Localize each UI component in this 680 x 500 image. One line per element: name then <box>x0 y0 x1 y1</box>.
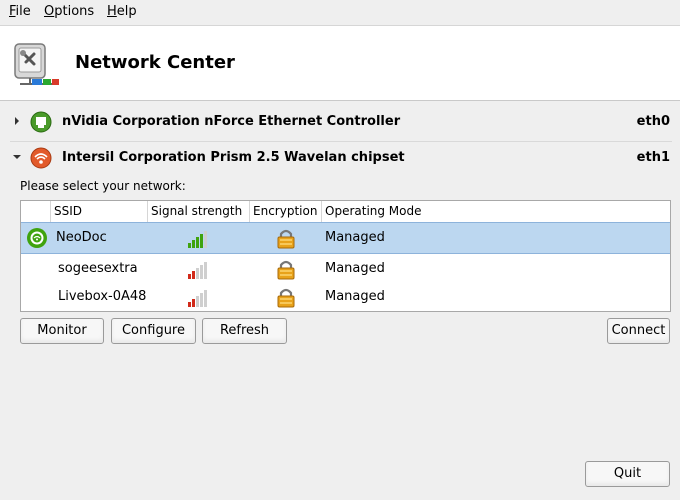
lock-icon <box>277 260 295 280</box>
column-header-mode[interactable]: Operating Mode <box>321 201 665 222</box>
device-row-eth0[interactable]: nVidia Corporation nForce Ethernet Contr… <box>0 108 680 138</box>
quit-button[interactable]: Quit <box>585 461 670 487</box>
menu-help[interactable]: Help <box>107 4 137 19</box>
device-interface: eth1 <box>636 150 670 165</box>
monitor-button[interactable]: Monitor <box>20 318 104 344</box>
signal-strength-low-icon <box>188 290 207 307</box>
menu-file[interactable]: File <box>9 4 31 19</box>
device-name: Intersil Corporation Prism 2.5 Wavelan c… <box>62 150 405 165</box>
column-header-signal[interactable]: Signal strength <box>147 201 249 222</box>
expand-arrow-icon[interactable] <box>12 116 22 126</box>
device-name: nVidia Corporation nForce Ethernet Contr… <box>62 114 401 129</box>
connected-network-icon <box>27 228 47 248</box>
connect-button[interactable]: Connect <box>607 318 670 344</box>
device-row-eth1[interactable]: Intersil Corporation Prism 2.5 Wavelan c… <box>0 144 680 174</box>
ethernet-icon <box>30 111 52 133</box>
network-mode: Managed <box>325 230 385 245</box>
signal-strength-low-icon <box>188 262 207 279</box>
column-header-ssid[interactable]: SSID <box>50 201 150 222</box>
network-ssid: Livebox-0A48 <box>58 289 147 304</box>
network-mode: Managed <box>325 289 385 304</box>
collapse-arrow-icon[interactable] <box>12 152 22 162</box>
lock-icon <box>277 229 295 249</box>
wireless-icon <box>30 147 52 169</box>
menu-bar: File Options Help <box>0 0 680 26</box>
network-mode: Managed <box>325 261 385 276</box>
network-tools-icon <box>14 43 59 85</box>
menu-options[interactable]: Options <box>44 4 94 19</box>
lock-icon <box>277 288 295 308</box>
device-interface: eth0 <box>636 114 670 129</box>
table-row[interactable]: Livebox-0A48 Managed <box>21 282 670 312</box>
header-banner: Network Center <box>0 26 680 101</box>
configure-button[interactable]: Configure <box>111 318 196 344</box>
network-ssid: sogeesextra <box>58 261 138 276</box>
page-title: Network Center <box>75 52 235 73</box>
refresh-button[interactable]: Refresh <box>202 318 287 344</box>
network-ssid: NeoDoc <box>56 230 107 245</box>
network-select-prompt: Please select your network: <box>20 179 186 193</box>
table-row[interactable]: NeoDoc Managed <box>21 222 670 254</box>
column-header-encryption[interactable]: Encryption <box>249 201 321 222</box>
network-table[interactable]: SSID Signal strength Encryption Operatin… <box>20 200 671 312</box>
divider <box>10 141 672 142</box>
table-row[interactable]: sogeesextra Managed <box>21 254 670 284</box>
signal-strength-high-icon <box>188 231 207 248</box>
table-header: SSID Signal strength Encryption Operatin… <box>21 201 670 223</box>
